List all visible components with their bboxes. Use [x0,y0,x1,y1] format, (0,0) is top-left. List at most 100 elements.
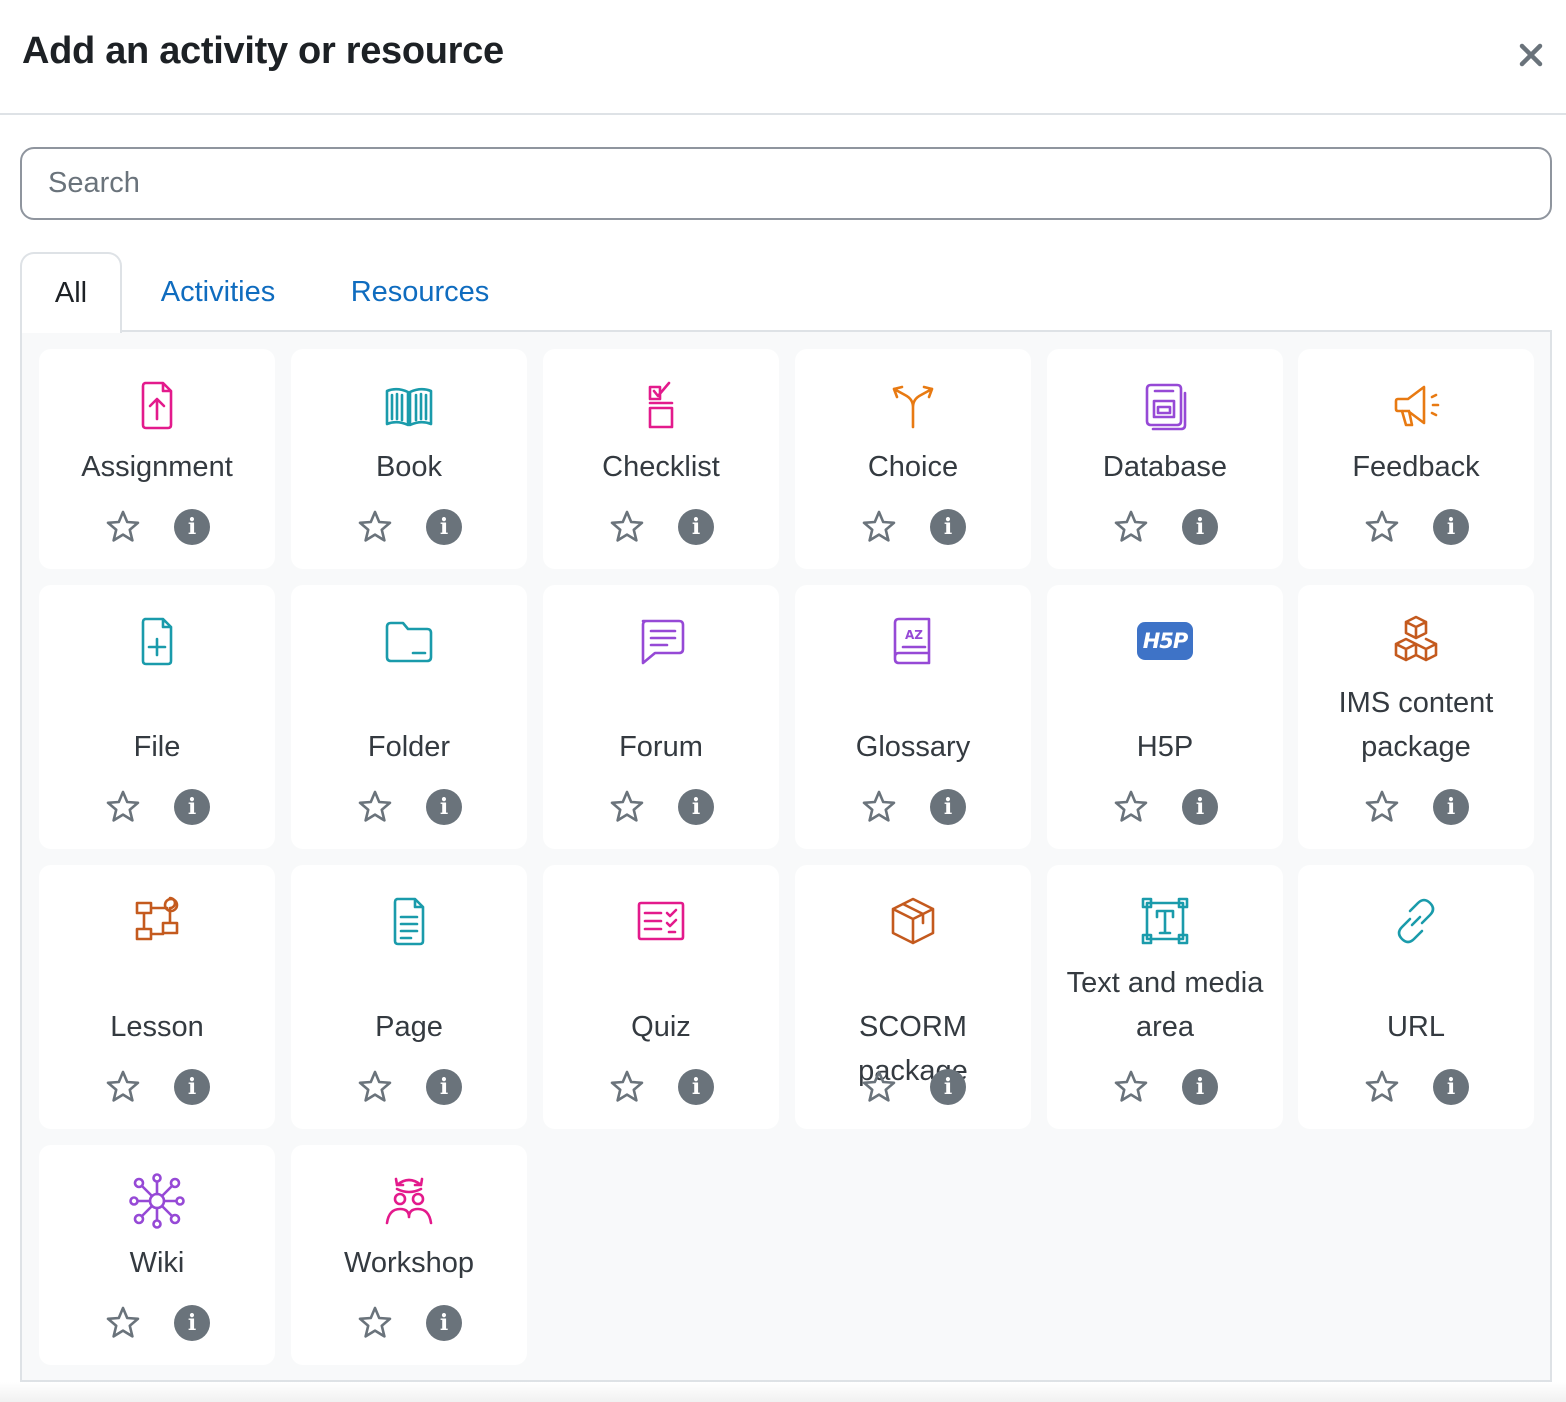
close-icon [1519,43,1543,67]
info-icon[interactable]: i [426,789,462,825]
star-icon[interactable] [355,507,395,547]
activity-card-file[interactable]: File i [39,585,275,849]
star-icon[interactable] [103,787,143,827]
activity-card-checklist[interactable]: Checklist i [543,349,779,569]
info-icon[interactable]: i [930,1069,966,1105]
star-icon[interactable] [355,787,395,827]
info-icon[interactable]: i [174,1069,210,1105]
glossary-icon: AZ [885,613,941,669]
star-icon[interactable] [103,1303,143,1343]
info-icon[interactable]: i [930,509,966,545]
activity-card-label: Folder [367,731,451,763]
page-icon [381,893,437,949]
star-icon[interactable] [355,1303,395,1343]
activity-card-label: File [133,731,181,763]
svg-text:AZ: AZ [905,628,923,642]
activity-card-label: Book [375,451,443,483]
info-icon[interactable]: i [1182,1069,1218,1105]
star-icon[interactable] [1362,507,1402,547]
info-icon[interactable]: i [426,1069,462,1105]
activity-card-ims-content-package[interactable]: IMS content package i [1298,585,1534,849]
activity-card-folder[interactable]: Folder i [291,585,527,849]
info-icon[interactable]: i [426,509,462,545]
activity-card-workshop[interactable]: Workshop i [291,1145,527,1365]
star-icon[interactable] [607,507,647,547]
tab-activities[interactable]: Activities [138,252,298,332]
quiz-icon [633,893,689,949]
info-icon[interactable]: i [1433,789,1469,825]
activity-card-lesson[interactable]: Lesson i [39,865,275,1129]
star-icon[interactable] [859,507,899,547]
info-icon[interactable]: i [678,509,714,545]
info-icon[interactable]: i [678,1069,714,1105]
star-icon[interactable] [1362,787,1402,827]
activity-card-label: Lesson [110,1011,204,1043]
activity-card-label: SCORM package [858,1011,968,1087]
activity-card-book[interactable]: Book i [291,349,527,569]
info-icon[interactable]: i [1182,509,1218,545]
activity-card-label: Wiki [129,1247,185,1279]
activity-grid: Assignment i Book i Checklist i Choice i Databas… [20,330,1552,1382]
folder-icon [381,613,437,669]
info-icon[interactable]: i [174,1305,210,1341]
activity-card-glossary[interactable]: AZ Glossary i [795,585,1031,849]
book-icon [381,377,437,433]
info-icon[interactable]: i [1433,509,1469,545]
info-icon[interactable]: i [174,509,210,545]
star-icon[interactable] [103,1067,143,1107]
choice-icon [885,377,941,433]
activity-card-feedback[interactable]: Feedback i [1298,349,1534,569]
activity-card-forum[interactable]: Forum i [543,585,779,849]
activity-card-label: Page [375,1011,443,1043]
star-icon[interactable] [859,1067,899,1107]
activity-card-label: Checklist [602,451,720,483]
scorm-package-icon [885,893,941,949]
activity-card-page[interactable]: Page i [291,865,527,1129]
activity-card-label: H5P [1136,731,1194,763]
activity-card-label: Glossary [855,731,971,763]
file-icon [129,613,185,669]
workshop-icon [381,1173,437,1229]
activity-card-label: Text and media area [1066,967,1264,1043]
activity-card-h5p[interactable]: H5P H5P i [1047,585,1283,849]
tab-resources[interactable]: Resources [332,252,508,332]
activity-card-url[interactable]: URL i [1298,865,1534,1129]
activity-card-label: Workshop [343,1247,475,1279]
search-input[interactable] [20,147,1552,220]
info-icon[interactable]: i [1433,1069,1469,1105]
h5p-icon: H5P [1137,613,1193,669]
activity-card-quiz[interactable]: Quiz i [543,865,779,1129]
star-icon[interactable] [1362,1067,1402,1107]
star-icon[interactable] [607,787,647,827]
star-icon[interactable] [103,507,143,547]
info-icon[interactable]: i [426,1305,462,1341]
info-icon[interactable]: i [930,789,966,825]
info-icon[interactable]: i [174,789,210,825]
info-icon[interactable]: i [678,789,714,825]
activity-card-text-and-media-area[interactable]: Text and media area i [1047,865,1283,1129]
activity-card-database[interactable]: Database i [1047,349,1283,569]
info-icon[interactable]: i [1182,789,1218,825]
text-media-icon [1137,893,1193,949]
tab-all[interactable]: All [20,252,122,333]
activity-card-label: Forum [619,731,703,763]
tab-bar: All Activities Resources [20,252,1552,333]
activity-card-scorm-package[interactable]: SCORM package i [795,865,1031,1129]
activity-card-label: Assignment [81,451,233,483]
activity-card-label: URL [1386,1011,1445,1043]
forum-icon [633,613,689,669]
activity-card-assignment[interactable]: Assignment i [39,349,275,569]
star-icon[interactable] [607,1067,647,1107]
assignment-icon [129,377,185,433]
modal-bottom-edge [0,1382,1566,1402]
star-icon[interactable] [1111,787,1151,827]
star-icon[interactable] [1111,507,1151,547]
activity-card-choice[interactable]: Choice i [795,349,1031,569]
star-icon[interactable] [355,1067,395,1107]
star-icon[interactable] [1111,1067,1151,1107]
close-button[interactable] [1508,32,1554,78]
star-icon[interactable] [859,787,899,827]
activity-card-wiki[interactable]: Wiki i [39,1145,275,1365]
ims-package-icon [1388,613,1444,669]
activity-card-label: Feedback [1352,451,1480,483]
